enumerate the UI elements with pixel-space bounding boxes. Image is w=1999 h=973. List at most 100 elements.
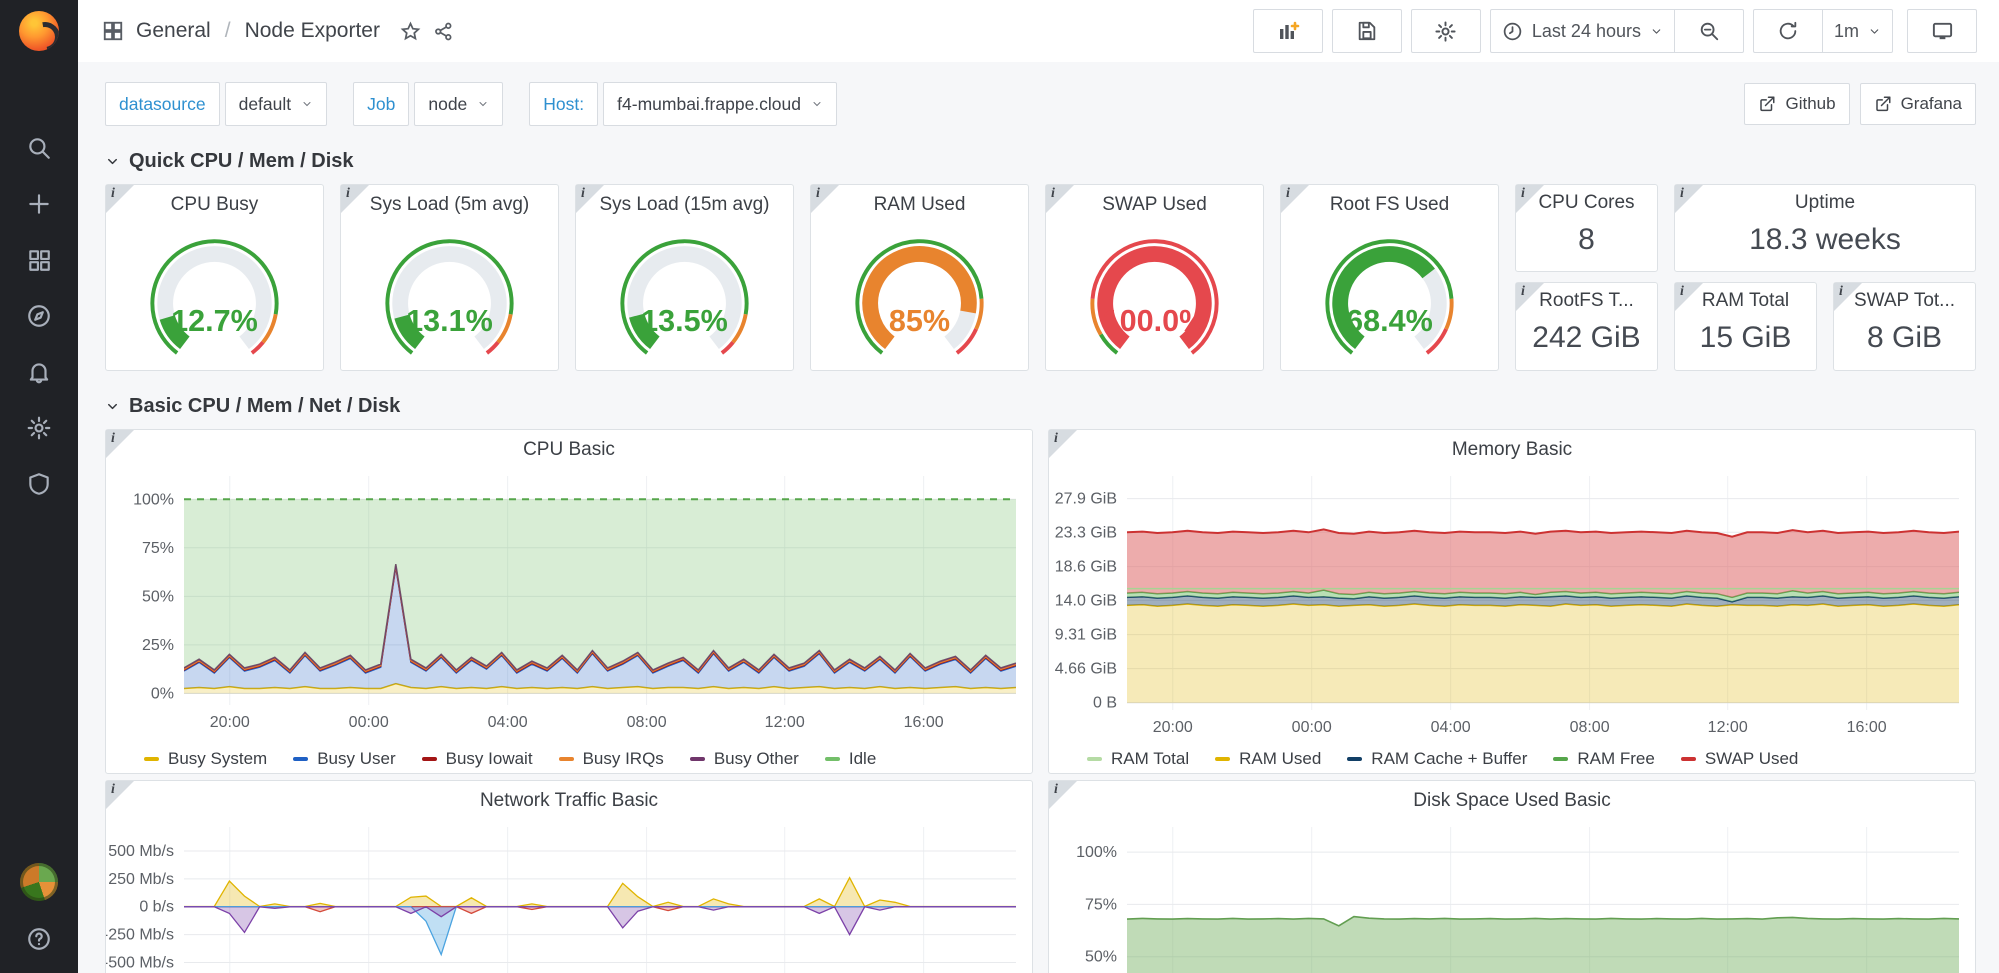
legend-item[interactable]: RAM Used: [1215, 749, 1321, 769]
panel-info-icon[interactable]: i: [811, 185, 839, 213]
svg-text:9.31 GiB: 9.31 GiB: [1055, 627, 1117, 644]
panel-ram-total: i RAM Total 15 GiB: [1674, 282, 1817, 371]
dashboard-settings-button[interactable]: [1411, 9, 1481, 53]
svg-text:50%: 50%: [142, 588, 174, 605]
panel-info-icon[interactable]: i: [1281, 185, 1309, 213]
panel-title[interactable]: Network Traffic Basic: [106, 781, 1032, 815]
panel-info-icon[interactable]: i: [576, 185, 604, 213]
clock-icon: [1502, 21, 1523, 42]
refresh-interval-label: 1m: [1834, 21, 1859, 42]
svg-text:500 Mb/s: 500 Mb/s: [108, 843, 174, 860]
panel-info-icon[interactable]: i: [106, 185, 134, 213]
legend-item[interactable]: RAM Free: [1553, 749, 1654, 769]
panel-info-icon[interactable]: i: [1516, 283, 1544, 311]
sidebar-item-configuration[interactable]: [0, 400, 78, 456]
panel-info-icon[interactable]: i: [1049, 781, 1077, 809]
gauge-viz: 12.7%: [106, 219, 323, 368]
panel-info-icon[interactable]: i: [1675, 283, 1703, 311]
kiosk-mode-button[interactable]: [1907, 9, 1977, 53]
panel-network-traffic-basic: i Network Traffic Basic 20:0000:0004:000…: [105, 780, 1033, 973]
share-icon[interactable]: [433, 21, 454, 42]
legend-item[interactable]: Busy System: [144, 749, 267, 769]
breadcrumb-folder[interactable]: General: [136, 19, 211, 43]
refresh-interval-picker[interactable]: 1m: [1823, 9, 1893, 53]
grafana-logo[interactable]: [14, 6, 64, 56]
variables-bar: datasource default Job node Host:: [105, 82, 1976, 126]
variable-value-dropdown[interactable]: node: [414, 82, 503, 126]
panel-title[interactable]: Root FS Used: [1281, 185, 1498, 219]
sidebar-item-server-admin[interactable]: [0, 456, 78, 512]
panel-info-icon[interactable]: i: [1046, 185, 1074, 213]
cpu-basic-chart: 20:0000:0004:0008:0012:0016:00100%75%50%…: [106, 464, 1032, 745]
panel-title[interactable]: SWAP Used: [1046, 185, 1263, 219]
legend-item[interactable]: SWAP Used: [1681, 749, 1799, 769]
variable-value-dropdown[interactable]: f4-mumbai.frappe.cloud: [603, 82, 837, 126]
svg-text:75%: 75%: [142, 540, 174, 557]
variable-value-dropdown[interactable]: default: [225, 82, 328, 126]
legend-item[interactable]: RAM Total: [1087, 749, 1189, 769]
stat-value: 242 GiB: [1516, 321, 1657, 355]
panel-info-icon[interactable]: i: [1675, 185, 1703, 213]
row-header-basic[interactable]: Basic CPU / Mem / Net / Disk: [105, 389, 1976, 423]
panel-info-icon[interactable]: i: [341, 185, 369, 213]
panel-title[interactable]: Disk Space Used Basic: [1049, 781, 1975, 815]
panel-title[interactable]: Memory Basic: [1049, 430, 1975, 464]
panel-title[interactable]: Sys Load (5m avg): [341, 185, 558, 219]
panel-title[interactable]: CPU Busy: [106, 185, 323, 219]
grafana-link-button[interactable]: Grafana: [1860, 83, 1976, 125]
row-header-quick[interactable]: Quick CPU / Mem / Disk: [105, 144, 1976, 178]
user-avatar[interactable]: [20, 863, 58, 901]
panel-title[interactable]: CPU Basic: [106, 430, 1032, 464]
quick-row: i CPU Busy 12.7% i Sys Load (5m avg) 13.…: [105, 184, 1976, 371]
legend-item[interactable]: Busy Iowait: [422, 749, 533, 769]
cpu-basic-legend: Busy System Busy User Busy Iowait Busy IRQs…: [106, 745, 1032, 773]
panel-disk-space-used-basic: i Disk Space Used Basic 20:0000:0004:000…: [1048, 780, 1976, 973]
svg-text:14.0 GiB: 14.0 GiB: [1055, 592, 1117, 609]
stat-value: 18.3 weeks: [1675, 223, 1975, 257]
sidebar-item-search[interactable]: [0, 120, 78, 176]
row-title: Basic CPU / Mem / Net / Disk: [129, 395, 400, 418]
chevron-down-icon: [1868, 25, 1881, 38]
svg-text:4.66 GiB: 4.66 GiB: [1055, 661, 1117, 678]
sidebar-item-create[interactable]: [0, 176, 78, 232]
gear-icon: [1434, 20, 1457, 43]
sidebar-item-dashboards[interactable]: [0, 232, 78, 288]
save-dashboard-button[interactable]: [1332, 9, 1402, 53]
panel-info-icon[interactable]: i: [1834, 283, 1862, 311]
panel-info-icon[interactable]: i: [106, 781, 134, 809]
dashboard-icon: [102, 20, 124, 42]
svg-text:13.1%: 13.1%: [406, 304, 493, 338]
star-icon[interactable]: [400, 21, 421, 42]
github-link-button[interactable]: Github: [1744, 83, 1849, 125]
legend-item[interactable]: Idle: [825, 749, 876, 769]
panel-info-icon[interactable]: i: [1516, 185, 1544, 213]
legend-item[interactable]: Busy IRQs: [559, 749, 664, 769]
variable-job: Job node: [353, 82, 503, 126]
panel-cpu-busy: i CPU Busy 12.7%: [105, 184, 324, 371]
sidebar-item-alerting[interactable]: [0, 344, 78, 400]
variable-value: default: [239, 94, 292, 115]
legend-item[interactable]: Busy User: [293, 749, 395, 769]
memory-basic-legend: RAM Total RAM Used RAM Cache + Buffer RAM F…: [1049, 745, 1975, 773]
svg-text:75%: 75%: [1085, 896, 1117, 913]
panel-title[interactable]: Sys Load (15m avg): [576, 185, 793, 219]
svg-text:25%: 25%: [142, 637, 174, 654]
compass-icon: [26, 303, 52, 329]
legend-item[interactable]: Busy Other: [690, 749, 799, 769]
legend-item[interactable]: RAM Cache + Buffer: [1347, 749, 1527, 769]
zoom-out-icon: [1698, 20, 1720, 42]
panel-title[interactable]: RAM Used: [811, 185, 1028, 219]
sidebar-item-explore[interactable]: [0, 288, 78, 344]
zoom-out-time-button[interactable]: [1675, 9, 1744, 53]
panel-title[interactable]: Uptime: [1675, 185, 1975, 217]
sidebar-item-help[interactable]: [0, 919, 78, 959]
refresh-button[interactable]: [1753, 9, 1823, 53]
time-range-picker[interactable]: Last 24 hours: [1490, 9, 1675, 53]
breadcrumb-dashboard-title[interactable]: Node Exporter: [245, 19, 380, 43]
panel-info-icon[interactable]: i: [106, 430, 134, 458]
panel-info-icon[interactable]: i: [1049, 430, 1077, 458]
svg-text:85%: 85%: [889, 304, 950, 338]
add-panel-button[interactable]: [1253, 9, 1323, 53]
search-icon: [26, 135, 52, 161]
svg-text:23.3 GiB: 23.3 GiB: [1055, 524, 1117, 541]
